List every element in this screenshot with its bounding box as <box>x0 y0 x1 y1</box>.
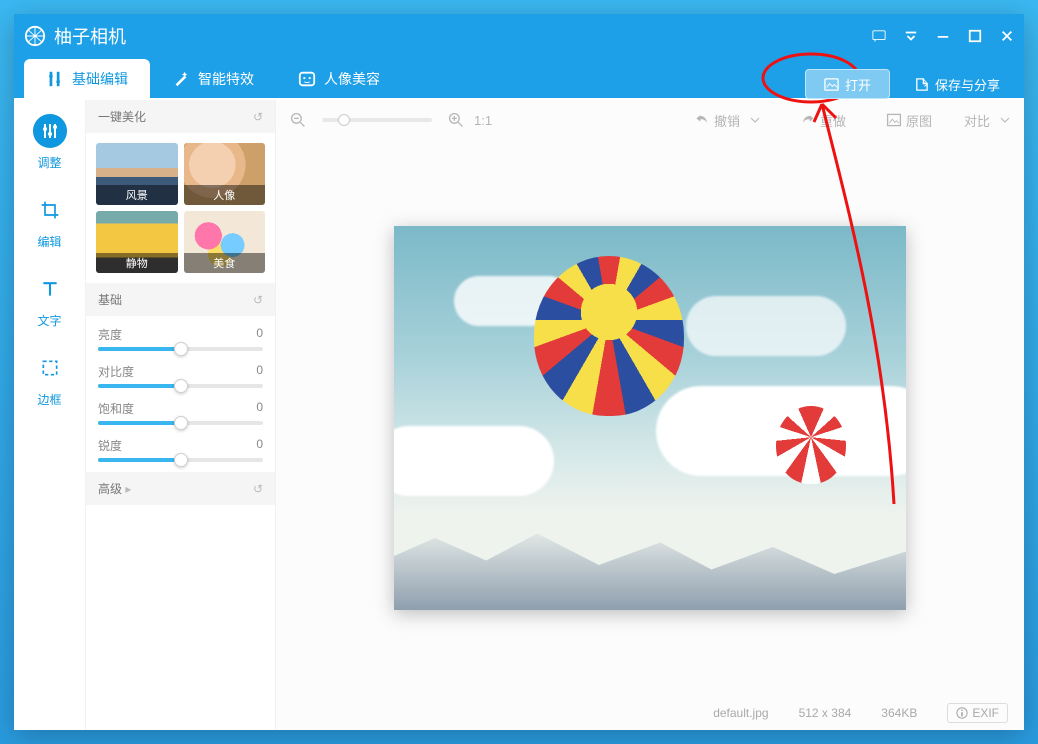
chevron-right-icon: ▸ <box>125 482 131 496</box>
slider-track[interactable] <box>98 347 263 351</box>
slider-saturation: 饱和度 0 <box>98 394 263 431</box>
status-filename: default.jpg <box>713 706 768 720</box>
current-image <box>394 226 906 610</box>
preset-food[interactable]: 美食 <box>184 211 266 273</box>
slider-thumb[interactable] <box>174 416 188 430</box>
nav-label: 文字 <box>37 312 61 329</box>
preset-portrait[interactable]: 人像 <box>184 143 266 205</box>
status-filesize: 364KB <box>881 706 917 720</box>
zoom-out-button[interactable] <box>290 112 306 128</box>
nav-label: 调整 <box>37 154 61 171</box>
nav-text[interactable]: 文字 <box>33 272 67 329</box>
exif-label: EXIF <box>972 706 999 720</box>
chat-icon[interactable] <box>872 29 886 43</box>
tab-smart-effects[interactable]: 智能特效 <box>150 59 276 99</box>
slider-label: 对比度 <box>98 363 134 380</box>
original-button[interactable]: 原图 <box>886 111 932 130</box>
status-dimensions: 512 x 384 <box>799 706 852 720</box>
zoom-slider[interactable] <box>322 118 432 122</box>
zoom-thumb[interactable] <box>338 114 350 126</box>
reset-icon[interactable]: ↺ <box>253 482 263 496</box>
text-icon <box>33 272 67 306</box>
sliders-icon <box>33 114 67 148</box>
redo-button[interactable]: 重做 <box>800 111 846 130</box>
preset-label: 美食 <box>184 253 266 273</box>
undo-button[interactable]: 撤销 <box>694 111 740 130</box>
basic-sliders: 亮度 0 对比度 0 饱和度 0 锐度 0 <box>86 316 275 472</box>
slider-value: 0 <box>256 437 263 454</box>
tab-label: 人像美容 <box>324 69 380 89</box>
tab-label: 智能特效 <box>198 69 254 89</box>
preset-label: 人像 <box>184 185 266 205</box>
main-tabs: 基础编辑 智能特效 人像美容 打开 保存与分享 <box>14 58 1024 100</box>
section-title: 一键美化 <box>98 108 146 125</box>
close-icon[interactable] <box>1000 29 1014 43</box>
app-title: 柚子相机 <box>54 23 872 49</box>
balloon-illustration <box>776 406 846 484</box>
preset-label: 静物 <box>96 253 178 273</box>
slider-track[interactable] <box>98 421 263 425</box>
open-button[interactable]: 打开 <box>805 69 890 99</box>
save-share-label: 保存与分享 <box>935 75 1000 94</box>
tab-face-beauty[interactable]: 人像美容 <box>276 59 402 99</box>
reset-icon[interactable]: ↺ <box>253 110 263 124</box>
crop-icon <box>33 193 67 227</box>
preset-landscape[interactable]: 风景 <box>96 143 178 205</box>
section-basic[interactable]: 基础 ↺ <box>86 283 275 316</box>
minimize-icon[interactable] <box>936 29 950 43</box>
dropdown-icon[interactable] <box>904 29 918 43</box>
slider-brightness: 亮度 0 <box>98 320 263 357</box>
body: 调整 编辑 文字 边框 一键美化 ↺ 风景 人像 <box>14 100 1024 730</box>
slider-contrast: 对比度 0 <box>98 357 263 394</box>
slider-thumb[interactable] <box>174 453 188 467</box>
slider-label: 亮度 <box>98 326 122 343</box>
compare-chevron[interactable] <box>1000 115 1010 125</box>
exif-button[interactable]: EXIF <box>947 703 1008 723</box>
section-one-click[interactable]: 一键美化 ↺ <box>86 100 275 133</box>
nav-label: 边框 <box>37 391 61 408</box>
left-nav: 调整 编辑 文字 边框 <box>14 100 86 730</box>
app-window: 柚子相机 基础编辑 智能特效 人像美容 打开 保存与分享 <box>14 14 1024 730</box>
tab-basic-edit[interactable]: 基础编辑 <box>24 59 150 99</box>
slider-sharpness: 锐度 0 <box>98 431 263 468</box>
nav-label: 编辑 <box>37 233 61 250</box>
maximize-icon[interactable] <box>968 29 982 43</box>
slider-value: 0 <box>256 400 263 417</box>
nav-edit[interactable]: 编辑 <box>33 193 67 250</box>
slider-value: 0 <box>256 326 263 343</box>
slider-thumb[interactable] <box>174 379 188 393</box>
canvas-toolbar: 1:1 撤销 重做 原图 对比 <box>276 100 1024 140</box>
title-bar: 柚子相机 <box>14 14 1024 58</box>
canvas[interactable] <box>276 140 1024 696</box>
undo-history-chevron[interactable] <box>750 115 760 125</box>
section-title: 基础 <box>98 291 122 308</box>
slider-label: 饱和度 <box>98 400 134 417</box>
slider-track[interactable] <box>98 458 263 462</box>
reset-icon[interactable]: ↺ <box>253 293 263 307</box>
compare-button[interactable]: 对比 <box>964 111 990 130</box>
nav-adjust[interactable]: 调整 <box>33 114 67 171</box>
section-title: 高级 ▸ <box>98 480 131 497</box>
app-logo-icon <box>24 25 46 47</box>
section-advanced[interactable]: 高级 ▸ ↺ <box>86 472 275 505</box>
frame-icon <box>33 351 67 385</box>
side-panel: 一键美化 ↺ 风景 人像 静物 美食 基础 ↺ 亮度 0 对比度 0 <box>86 100 276 730</box>
preset-still[interactable]: 静物 <box>96 211 178 273</box>
slider-thumb[interactable] <box>174 342 188 356</box>
canvas-area: 1:1 撤销 重做 原图 对比 <box>276 100 1024 730</box>
status-bar: default.jpg 512 x 384 364KB EXIF <box>276 696 1024 730</box>
preset-grid: 风景 人像 静物 美食 <box>86 133 275 283</box>
preset-label: 风景 <box>96 185 178 205</box>
slider-label: 锐度 <box>98 437 122 454</box>
tab-label: 基础编辑 <box>72 69 128 89</box>
zoom-ratio-button[interactable]: 1:1 <box>474 113 492 128</box>
nav-border[interactable]: 边框 <box>33 351 67 408</box>
window-controls <box>872 29 1014 43</box>
open-button-label: 打开 <box>845 75 871 94</box>
slider-value: 0 <box>256 363 263 380</box>
save-share-button[interactable]: 保存与分享 <box>896 69 1018 99</box>
balloon-illustration <box>534 256 684 416</box>
slider-track[interactable] <box>98 384 263 388</box>
zoom-in-button[interactable] <box>448 112 464 128</box>
